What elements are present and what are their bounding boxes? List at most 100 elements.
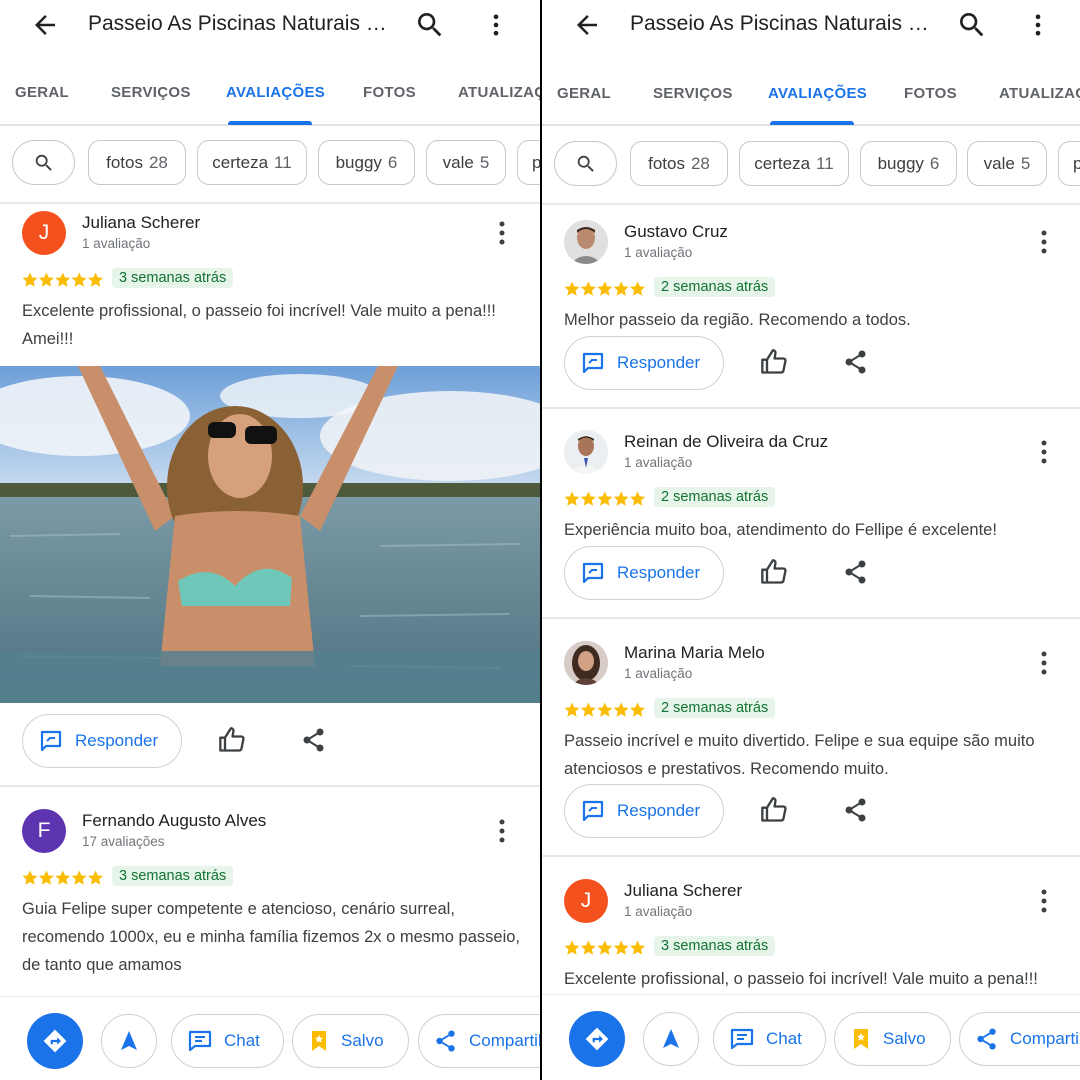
chip-certeza[interactable]: certeza 11 — [739, 141, 849, 186]
chip-vale[interactable]: vale 5 — [426, 140, 506, 185]
share-button[interactable]: Compartilhar — [418, 1014, 540, 1068]
divider — [0, 202, 540, 204]
tab-servicos[interactable]: SERVIÇOS — [111, 84, 191, 101]
directions-button[interactable] — [27, 1013, 83, 1069]
search-icon[interactable] — [956, 9, 988, 41]
more-vert-icon[interactable] — [1034, 438, 1054, 466]
chip-label: vale — [442, 152, 474, 172]
reviewer-name[interactable]: Juliana Scherer — [624, 881, 742, 901]
bottom-action-bar: Chat Salvo Compartilhar — [0, 996, 540, 1080]
reviewer-name[interactable]: Gustavo Cruz — [624, 222, 728, 242]
active-tab-indicator — [770, 121, 854, 125]
chip-buggy[interactable]: buggy 6 — [318, 140, 415, 185]
divider — [542, 855, 1080, 857]
tab-geral[interactable]: GERAL — [557, 85, 611, 102]
chat-label: Chat — [224, 1031, 260, 1050]
chip-partial[interactable]: p — [517, 140, 540, 185]
review-photo[interactable] — [0, 366, 540, 703]
chip-count: 11 — [816, 153, 834, 173]
start-navigation-button[interactable] — [643, 1012, 699, 1066]
chat-button[interactable]: Chat — [171, 1014, 284, 1068]
reply-label: Responder — [617, 353, 701, 372]
thumbs-up-icon[interactable] — [218, 726, 246, 754]
review-date-badge: 2 semanas atrás — [654, 277, 776, 297]
directions-button[interactable] — [569, 1011, 625, 1067]
chat-button[interactable]: Chat — [713, 1012, 826, 1066]
chip-count: 6 — [387, 152, 398, 172]
avatar[interactable]: F — [22, 809, 66, 853]
share-icon[interactable] — [844, 797, 868, 823]
reply-icon — [40, 730, 62, 752]
tab-atualizacoes[interactable]: ATUALIZAÇÕES — [999, 85, 1080, 102]
reply-icon — [582, 562, 604, 584]
avatar[interactable] — [564, 220, 608, 264]
tab-atualizacoes[interactable]: ATUALIZAÇÕES — [458, 84, 540, 101]
reviewer-name[interactable]: Reinan de Oliveira da Cruz — [624, 432, 828, 452]
avatar[interactable]: J — [564, 879, 608, 923]
navigation-arrow-icon — [121, 1031, 137, 1050]
reply-button[interactable]: Responder — [22, 714, 182, 768]
start-navigation-button[interactable] — [101, 1014, 157, 1068]
tab-servicos[interactable]: SERVIÇOS — [653, 85, 733, 102]
bookmark-icon — [854, 1029, 868, 1049]
share-icon[interactable] — [844, 349, 868, 375]
chat-label: Chat — [766, 1029, 802, 1048]
chip-certeza[interactable]: certeza 11 — [197, 140, 307, 185]
tab-fotos[interactable]: FOTOS — [904, 85, 957, 102]
reviewer-name[interactable]: Marina Maria Melo — [624, 643, 765, 663]
back-arrow-icon[interactable] — [30, 10, 60, 40]
chip-buggy[interactable]: buggy 6 — [860, 141, 957, 186]
more-vert-icon[interactable] — [1034, 887, 1054, 915]
thumbs-up-icon[interactable] — [760, 558, 788, 586]
chip-label: vale — [983, 153, 1015, 173]
saved-button[interactable]: Salvo — [834, 1012, 951, 1066]
chip-search[interactable] — [12, 140, 75, 185]
reply-label: Responder — [617, 563, 701, 582]
back-arrow-icon[interactable] — [572, 10, 602, 40]
tab-fotos[interactable]: FOTOS — [363, 84, 416, 101]
reply-label: Responder — [75, 731, 159, 750]
more-vert-icon[interactable] — [1034, 649, 1054, 677]
chip-search[interactable] — [554, 141, 617, 186]
review-text: Excelente profissional, o passeio foi in… — [564, 970, 1038, 988]
share-button[interactable]: Compartilhar — [959, 1012, 1080, 1066]
review-date-badge: 3 semanas atrás — [112, 866, 234, 886]
chip-fotos[interactable]: fotos 28 — [88, 140, 186, 185]
star-rating — [22, 272, 104, 287]
reply-button[interactable]: Responder — [564, 546, 724, 600]
review-date-badge: 2 semanas atrás — [654, 487, 776, 507]
tab-avaliacoes[interactable]: AVALIAÇÕES — [226, 84, 325, 101]
chip-fotos[interactable]: fotos 28 — [630, 141, 728, 186]
thumbs-up-icon[interactable] — [760, 348, 788, 376]
chip-partial[interactable]: p — [1058, 141, 1080, 186]
more-vert-icon[interactable] — [482, 9, 510, 41]
avatar[interactable] — [564, 641, 608, 685]
share-icon[interactable] — [844, 559, 868, 585]
reply-button[interactable]: Responder — [564, 784, 724, 838]
chip-label: certeza — [754, 153, 811, 173]
reply-button[interactable]: Responder — [564, 336, 724, 390]
profile-photo — [564, 641, 608, 685]
chip-vale[interactable]: vale 5 — [967, 141, 1047, 186]
directions-icon — [43, 1029, 67, 1053]
search-icon[interactable] — [414, 9, 446, 41]
more-vert-icon[interactable] — [1034, 228, 1054, 256]
star-rating — [564, 702, 646, 717]
chip-label: buggy — [877, 153, 924, 173]
tab-avaliacoes[interactable]: AVALIAÇÕES — [768, 85, 867, 102]
avatar[interactable]: J — [22, 211, 66, 255]
tab-geral[interactable]: GERAL — [15, 84, 69, 101]
more-vert-icon[interactable] — [1024, 9, 1052, 41]
review-text: Excelente profissional, o passeio foi in… — [22, 302, 496, 348]
chip-label: p — [532, 152, 540, 172]
more-vert-icon[interactable] — [492, 219, 512, 247]
share-icon[interactable] — [302, 727, 326, 753]
review-count: 1 avaliação — [624, 245, 693, 260]
reviewer-name[interactable]: Fernando Augusto Alves — [82, 811, 266, 831]
reviewer-name[interactable]: Juliana Scherer — [82, 213, 200, 233]
avatar[interactable] — [564, 430, 608, 474]
thumbs-up-icon[interactable] — [760, 796, 788, 824]
bottom-action-bar: Chat Salvo Compartilhar — [542, 994, 1080, 1078]
more-vert-icon[interactable] — [492, 817, 512, 845]
saved-button[interactable]: Salvo — [292, 1014, 409, 1068]
